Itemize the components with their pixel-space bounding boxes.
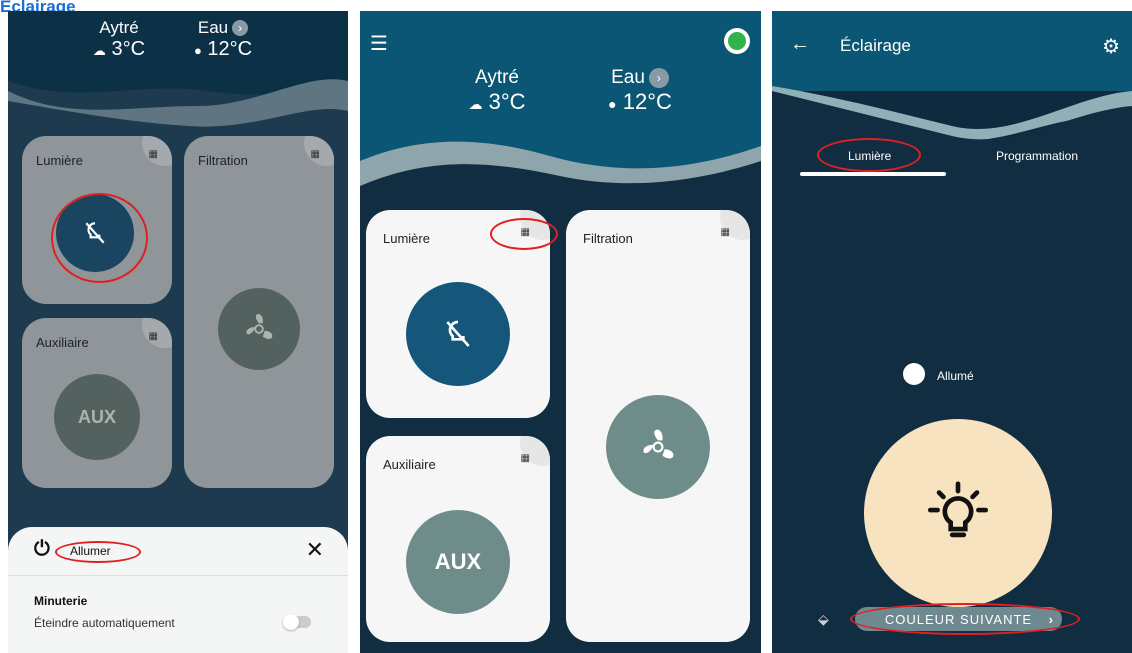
card-lumiere[interactable]: Lumière ▦ [22,136,172,304]
location-label: Aytré [474,67,519,88]
weather-air: Aytré ☁ 3°C [447,67,547,115]
aux-button[interactable]: AUX [406,510,510,614]
screen-home: ☰ Aytré ☁ 3°C Eau › ● 12°C Lumière ▦ Filt… [360,11,761,653]
page-title: Éclairage [840,36,911,55]
calendar-icon[interactable]: ▦ [721,227,730,238]
aux-button[interactable]: AUX [54,374,140,460]
gear-icon[interactable]: ⚙ [1102,34,1120,59]
weather-air: Aytré ☁ 3°C [74,18,164,61]
light-off-icon [446,320,470,347]
close-icon[interactable]: ✕ [306,537,324,563]
filtration-button[interactable] [218,288,300,370]
card-title: Lumière [36,153,83,168]
card-filtration[interactable]: Filtration ▦ [184,136,334,488]
next-color-button[interactable]: COULEUR SUIVANTE › [855,607,1062,631]
card-auxiliaire[interactable]: Auxiliaire ▦ AUX [366,436,550,642]
water-temperature: 12°C [207,38,253,60]
water-label: Eau [197,18,229,37]
filtration-button[interactable] [606,395,710,499]
auto-off-label: Éteindre automatiquement [34,616,175,630]
allumer-button[interactable]: Allumer [70,544,111,558]
auto-off-toggle[interactable] [283,614,311,630]
calendar-icon[interactable]: ▦ [521,227,530,238]
chevron-right-icon: › [1048,611,1054,627]
card-title: Filtration [198,153,248,168]
next-color-label: COULEUR SUIVANTE [884,611,1033,627]
state-label: Allumé [937,369,974,383]
state-dot [903,363,925,385]
status-indicator [724,28,750,54]
tab-lumiere[interactable]: Lumière [848,149,891,163]
calendar-icon[interactable]: ▦ [149,149,158,160]
card-title: Lumière [383,231,430,246]
card-filtration[interactable]: Filtration ▦ [566,210,750,642]
tab-programmation[interactable]: Programmation [996,149,1078,163]
card-lumiere[interactable]: Lumière ▦ [366,210,550,418]
bottom-sheet: ⏻ Allumer ✕ Minuterie Éteindre automatiq… [8,527,348,653]
water-temperature: 12°C [622,89,672,114]
light-off-icon [85,222,105,244]
timer-title: Minuterie [34,594,88,608]
air-temperature: 3°C [111,38,146,60]
light-button[interactable] [864,419,1052,607]
weather-water[interactable]: Eau › ● 12°C [178,18,268,61]
card-title: Auxiliaire [383,457,436,472]
lightbulb-icon [927,481,989,538]
air-temperature: 3°C [488,89,526,114]
light-toggle-button[interactable] [406,282,510,386]
card-title: Filtration [583,231,633,246]
calendar-icon[interactable]: ▦ [311,149,320,160]
water-drop-icon: ● [608,96,617,112]
menu-icon[interactable]: ☰ [370,31,388,56]
cloud-icon: ☁ [92,43,106,58]
tab-indicator [800,172,946,176]
back-arrow-icon[interactable]: ← [790,33,810,56]
calendar-icon[interactable]: ▦ [149,331,158,342]
fan-icon [246,314,273,339]
power-icon: ⏻ [34,538,50,560]
cloud-icon: ☁ [468,96,483,112]
paint-bucket-icon: ⬙ [818,611,829,627]
fan-icon [643,429,674,459]
chevron-right-icon[interactable]: › [648,68,669,88]
location-label: Aytré [99,18,139,37]
weather-water[interactable]: Eau › ● 12°C [590,67,690,115]
calendar-icon[interactable]: ▦ [521,453,530,464]
chevron-right-icon[interactable]: › [232,20,249,36]
water-label: Eau [611,67,645,88]
screen-bottom-sheet: Aytré ☁ 3°C Eau › ● 12°C Lumière ▦ Filtra… [8,11,348,653]
screen-lighting-detail: ← Éclairage ⚙ Lumière Programmation Allu… [772,11,1132,653]
card-title: Auxiliaire [36,335,89,350]
card-auxiliaire[interactable]: Auxiliaire ▦ AUX [22,318,172,488]
water-drop-icon: ● [193,43,202,58]
light-toggle-button[interactable] [56,194,134,272]
